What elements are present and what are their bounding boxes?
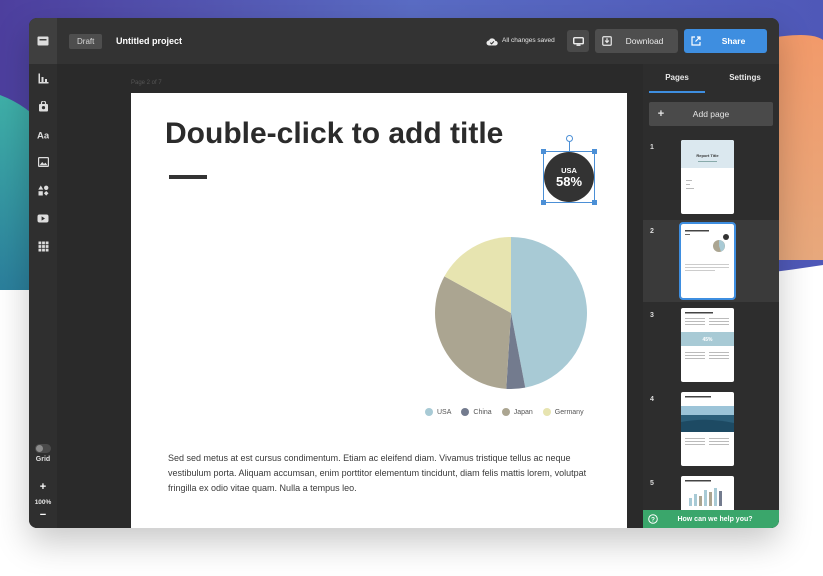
legend-swatch	[461, 408, 470, 416]
body-paragraph[interactable]: Sed sed metus at est cursus condimentum.…	[168, 451, 592, 496]
page-thumbnail[interactable]: Report Title	[681, 140, 734, 214]
usa-badge[interactable]: USA 58%	[541, 135, 597, 205]
page-thumb-row[interactable]: 3 45%	[643, 304, 779, 386]
tab-pages[interactable]: Pages	[643, 64, 711, 94]
cloud-check-icon	[486, 37, 498, 45]
svg-text:?: ?	[651, 517, 655, 524]
chart-tool-button[interactable]	[35, 70, 51, 86]
text-tool-button[interactable]: Aa	[35, 126, 51, 142]
download-icon	[595, 36, 619, 46]
plus-icon: +	[657, 108, 665, 120]
help-icon: ?	[643, 514, 663, 524]
active-tab-indicator	[649, 91, 705, 93]
page-indicator: Page 2 of 7	[131, 80, 162, 86]
thumbnail-preview	[685, 230, 729, 271]
page-thumbnail[interactable]: 45%	[681, 308, 734, 382]
title-divider	[169, 175, 207, 179]
help-label: How can we help you?	[677, 515, 753, 523]
download-label: Download	[625, 36, 664, 46]
legend-item-japan: Japan	[501, 408, 533, 416]
draft-badge: Draft	[69, 34, 103, 49]
chart-legend: USA China Japan Germany	[425, 408, 584, 416]
thumbnail-preview	[681, 396, 734, 445]
rotate-handle[interactable]	[566, 135, 573, 142]
save-status-text: All changes saved	[502, 37, 555, 44]
editor-window: Draft Untitled project All changes saved	[29, 18, 779, 528]
legend-item-usa: USA	[425, 408, 451, 416]
resize-handle-tr[interactable]	[592, 149, 597, 154]
widgets-tool-button[interactable]	[35, 238, 51, 254]
pie-chart[interactable]	[431, 233, 591, 393]
thumbnail-preview: Report Title	[681, 140, 734, 189]
tab-settings[interactable]: Settings	[711, 64, 779, 94]
resize-handle-bl[interactable]	[541, 200, 546, 205]
page-thumb-row[interactable]: 4	[643, 388, 779, 470]
monitor-icon	[572, 36, 584, 46]
canvas-area: Page 2 of 7 Double-click to add title US…	[57, 64, 643, 528]
page-number: 1	[650, 144, 654, 151]
rotate-line	[569, 142, 570, 152]
page-thumbnail[interactable]	[681, 392, 734, 466]
page-number: 4	[650, 396, 654, 403]
zoom-in-button[interactable]: +	[29, 482, 57, 493]
image-tool-button[interactable]	[35, 154, 51, 170]
legend-swatch	[425, 408, 433, 416]
widgets-icon	[38, 241, 48, 251]
page-thumb-row-active[interactable]: 2	[643, 220, 779, 302]
legend-label: China	[473, 408, 492, 416]
bag-tool-button[interactable]	[35, 98, 51, 114]
project-title[interactable]: Untitled project	[116, 34, 182, 49]
legend-item-china: China	[461, 408, 492, 416]
top-bar: Draft Untitled project All changes saved	[29, 18, 779, 64]
page-number: 5	[650, 480, 654, 487]
page-thumb-row[interactable]: 1 Report Title	[643, 136, 779, 218]
video-icon	[37, 214, 49, 222]
image-icon	[37, 157, 49, 167]
download-button[interactable]: Download	[595, 29, 678, 53]
share-button[interactable]: Share	[684, 29, 767, 53]
inbox-icon	[37, 36, 49, 46]
legend-label: Japan	[513, 408, 533, 416]
zoom-level: 100%	[34, 499, 52, 506]
legend-item-germany: Germany	[542, 408, 584, 416]
page-number: 3	[650, 312, 654, 319]
share-label: Share	[721, 36, 746, 46]
add-page-label: Add page	[692, 109, 730, 119]
legend-swatch	[501, 408, 510, 416]
document-page[interactable]: Double-click to add title USA 58% USA Chi…	[131, 93, 627, 528]
menu-button[interactable]	[29, 18, 57, 64]
legend-label: Germany	[554, 408, 584, 416]
grid-toggle-knob	[36, 445, 43, 452]
page-number: 2	[650, 228, 654, 235]
photo-bag-icon	[38, 100, 48, 111]
svg-text:Aa: Aa	[37, 130, 49, 140]
share-icon	[684, 36, 708, 46]
svg-text:Report Title: Report Title	[696, 153, 719, 158]
pie-slice-usa[interactable]	[511, 237, 587, 388]
page-thumbnail-selected[interactable]	[679, 222, 736, 300]
add-page-button[interactable]: + Add page	[649, 102, 773, 126]
save-status: All changes saved	[486, 35, 555, 47]
text-icon: Aa	[37, 130, 49, 140]
legend-swatch	[542, 408, 551, 416]
shapes-tool-button[interactable]	[35, 182, 51, 198]
left-toolbar: Aa Grid + 100% −	[29, 64, 57, 528]
help-bar[interactable]: ? How can we help you?	[643, 510, 779, 528]
thumbnail-preview: 45%	[681, 312, 734, 359]
zoom-out-button[interactable]: −	[29, 510, 57, 521]
video-tool-button[interactable]	[35, 210, 51, 226]
resize-handle-br[interactable]	[592, 200, 597, 205]
selection-frame	[543, 151, 595, 203]
pages-panel: Pages Settings + Add page 1 Report Title	[643, 64, 779, 528]
chart-icon	[38, 73, 48, 83]
page-title[interactable]: Double-click to add title	[165, 117, 503, 151]
resize-handle-tl[interactable]	[541, 149, 546, 154]
preview-button[interactable]	[567, 30, 589, 52]
shapes-icon	[37, 185, 48, 196]
svg-text:45%: 45%	[702, 337, 713, 343]
grid-label: Grid	[35, 456, 51, 463]
legend-label: USA	[437, 408, 452, 416]
grid-toggle[interactable]	[35, 444, 51, 453]
